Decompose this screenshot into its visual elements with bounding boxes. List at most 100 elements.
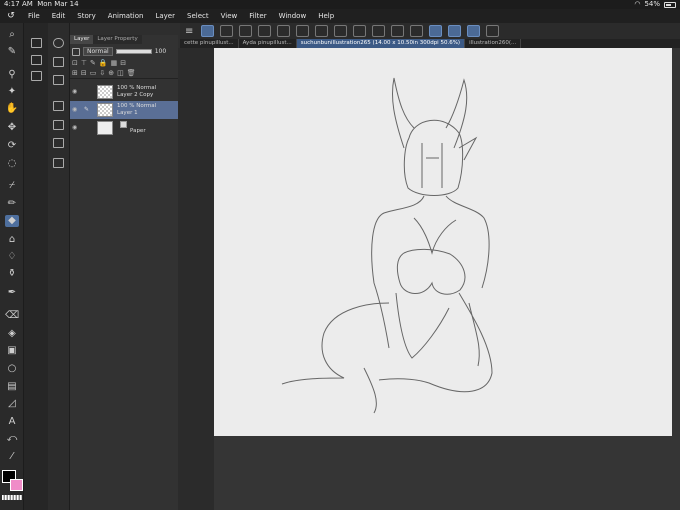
pencil-icon[interactable]: ✏ bbox=[5, 198, 19, 210]
subtool-brush-1-icon[interactable] bbox=[31, 38, 42, 48]
snap-perspective-button[interactable] bbox=[467, 25, 481, 37]
blend-icon[interactable]: ⚱ bbox=[5, 268, 19, 280]
tab-doc-4[interactable]: illustration260(... bbox=[465, 39, 522, 48]
hamburger-icon[interactable]: ≡ bbox=[185, 26, 193, 37]
layer-row[interactable]: ◉ ✎ 100 % Normal Layer 1 bbox=[70, 101, 178, 119]
brush-tool-icon[interactable]: ◆ bbox=[5, 215, 19, 227]
wand-icon[interactable]: ✦ bbox=[5, 86, 19, 98]
new-folder-icon[interactable]: ▭ bbox=[90, 69, 97, 77]
app-logo-icon[interactable]: ↺ bbox=[0, 11, 22, 21]
tab-doc-1[interactable]: cette pinupillust... bbox=[180, 39, 239, 48]
snap-ruler-button[interactable] bbox=[410, 25, 424, 37]
watercolor-icon[interactable]: ♢ bbox=[5, 251, 19, 263]
menu-animation[interactable]: Animation bbox=[102, 12, 150, 20]
figure-icon[interactable]: ○ bbox=[5, 363, 19, 375]
blend-mode-select[interactable]: Normal bbox=[83, 47, 113, 56]
menu-select[interactable]: Select bbox=[181, 12, 215, 20]
eye-icon[interactable]: ◉ bbox=[72, 124, 77, 131]
tab-layer-property[interactable]: Layer Property bbox=[93, 35, 142, 44]
clear-button[interactable] bbox=[334, 25, 348, 37]
canvas-area[interactable] bbox=[214, 48, 680, 510]
hand-icon[interactable]: ✋ bbox=[5, 103, 19, 115]
lasso-icon[interactable]: ◌ bbox=[5, 158, 19, 170]
balloon-icon[interactable]: ⤺ bbox=[5, 433, 19, 445]
layer-name: Paper bbox=[130, 128, 146, 134]
delete-layer-icon[interactable]: 🗑 bbox=[127, 69, 136, 77]
new-vector-icon[interactable]: ⊟ bbox=[81, 69, 87, 77]
zoom-tool-icon[interactable]: ⌕ bbox=[5, 29, 19, 41]
color-wheel-icon[interactable] bbox=[53, 101, 64, 111]
decoration-icon[interactable]: ✒ bbox=[5, 287, 19, 299]
save-button[interactable] bbox=[258, 25, 272, 37]
canvas-paper[interactable] bbox=[214, 48, 672, 436]
navigator-icon[interactable] bbox=[53, 38, 64, 48]
menu-filter[interactable]: Filter bbox=[243, 12, 272, 20]
ref-icon[interactable]: ⊤ bbox=[81, 59, 87, 67]
move-icon[interactable]: ✥ bbox=[5, 122, 19, 134]
layer-row[interactable]: ◉ 100 % Normal Layer 2 Copy bbox=[70, 83, 178, 101]
draft-icon[interactable]: ✎ bbox=[90, 59, 96, 67]
mask-icon[interactable]: ▦ bbox=[111, 59, 118, 67]
sub-color-swatch[interactable] bbox=[10, 479, 23, 491]
properties-icon[interactable] bbox=[53, 57, 64, 67]
color-set-icon[interactable] bbox=[53, 120, 64, 130]
eyedropper-icon[interactable]: ⌿ bbox=[5, 180, 19, 192]
status-time-date: 4:17 AM Mon Mar 14 bbox=[4, 0, 79, 8]
material-icon[interactable] bbox=[53, 158, 64, 168]
menu-edit[interactable]: Edit bbox=[46, 12, 72, 20]
deselect-button[interactable] bbox=[315, 25, 329, 37]
eraser-icon[interactable]: ⌫ bbox=[5, 310, 19, 322]
merge-icon[interactable]: ⊕ bbox=[108, 69, 114, 77]
transfer-icon[interactable]: ⇩ bbox=[99, 69, 105, 77]
menu-window[interactable]: Window bbox=[273, 12, 313, 20]
menu-help[interactable]: Help bbox=[312, 12, 340, 20]
new-mask-icon[interactable]: ◫ bbox=[117, 69, 124, 77]
menu-file[interactable]: File bbox=[22, 12, 46, 20]
brush-size-icon[interactable] bbox=[53, 75, 64, 85]
opacity-slider[interactable] bbox=[115, 49, 152, 54]
subtool-brush-2-icon[interactable] bbox=[31, 55, 42, 65]
transparent-swatch[interactable] bbox=[2, 495, 22, 500]
pen-tool-icon[interactable]: ✎ bbox=[5, 46, 19, 58]
layer-row[interactable]: ◉ Paper bbox=[70, 119, 178, 137]
tab-doc-2[interactable]: Ayda pinupillust... bbox=[239, 39, 297, 48]
eye-icon[interactable]: ◉ bbox=[72, 88, 77, 95]
magnifier-icon[interactable]: ⚲ bbox=[5, 69, 19, 81]
menu-view[interactable]: View bbox=[215, 12, 244, 20]
snap-off-button[interactable] bbox=[391, 25, 405, 37]
clip-icon[interactable]: ⊡ bbox=[72, 59, 78, 67]
snap-grid-button[interactable] bbox=[448, 25, 462, 37]
transform-button[interactable] bbox=[372, 25, 386, 37]
layer-name: Layer 2 Copy bbox=[117, 92, 154, 98]
lock-icon[interactable]: 🔒 bbox=[99, 59, 108, 67]
rotate-icon[interactable]: ⟳ bbox=[5, 140, 19, 152]
gradient-icon[interactable]: ▣ bbox=[5, 345, 19, 357]
help-button[interactable] bbox=[486, 25, 500, 37]
tab-doc-active[interactable]: suchunbunillustration265 (14.00 x 10.50i… bbox=[296, 39, 466, 48]
snap-special-button[interactable] bbox=[429, 25, 443, 37]
status-right: ◠ 54% bbox=[634, 0, 676, 9]
fill-icon[interactable]: ◈ bbox=[5, 328, 19, 340]
tab-layer[interactable]: Layer bbox=[70, 35, 94, 44]
open-button[interactable] bbox=[239, 25, 253, 37]
frame-icon[interactable]: ▤ bbox=[5, 381, 19, 393]
menu-story[interactable]: Story bbox=[71, 12, 102, 20]
text-icon[interactable]: A bbox=[5, 416, 19, 428]
new-button[interactable] bbox=[201, 25, 215, 37]
fill-button[interactable] bbox=[353, 25, 367, 37]
menu-layer[interactable]: Layer bbox=[149, 12, 181, 20]
opacity-value[interactable]: 100 bbox=[155, 48, 166, 55]
new-raster-icon[interactable]: ⊞ bbox=[72, 69, 78, 77]
undo-button[interactable] bbox=[277, 25, 291, 37]
history-icon[interactable] bbox=[53, 138, 64, 148]
subtool-brush-3-icon[interactable] bbox=[31, 71, 42, 81]
ruler-layer-icon[interactable]: ⊟ bbox=[120, 59, 126, 67]
eye-icon[interactable]: ◉ bbox=[72, 106, 77, 113]
arrange-button[interactable] bbox=[220, 25, 234, 37]
correct-line-icon[interactable]: ⁄ bbox=[5, 451, 19, 463]
layer-thumbnail bbox=[97, 121, 113, 135]
redo-button[interactable] bbox=[296, 25, 310, 37]
ruler-icon[interactable]: ◿ bbox=[5, 398, 19, 410]
layer-color-icon[interactable] bbox=[72, 47, 80, 56]
airbrush-icon[interactable]: ⌂ bbox=[5, 234, 19, 246]
